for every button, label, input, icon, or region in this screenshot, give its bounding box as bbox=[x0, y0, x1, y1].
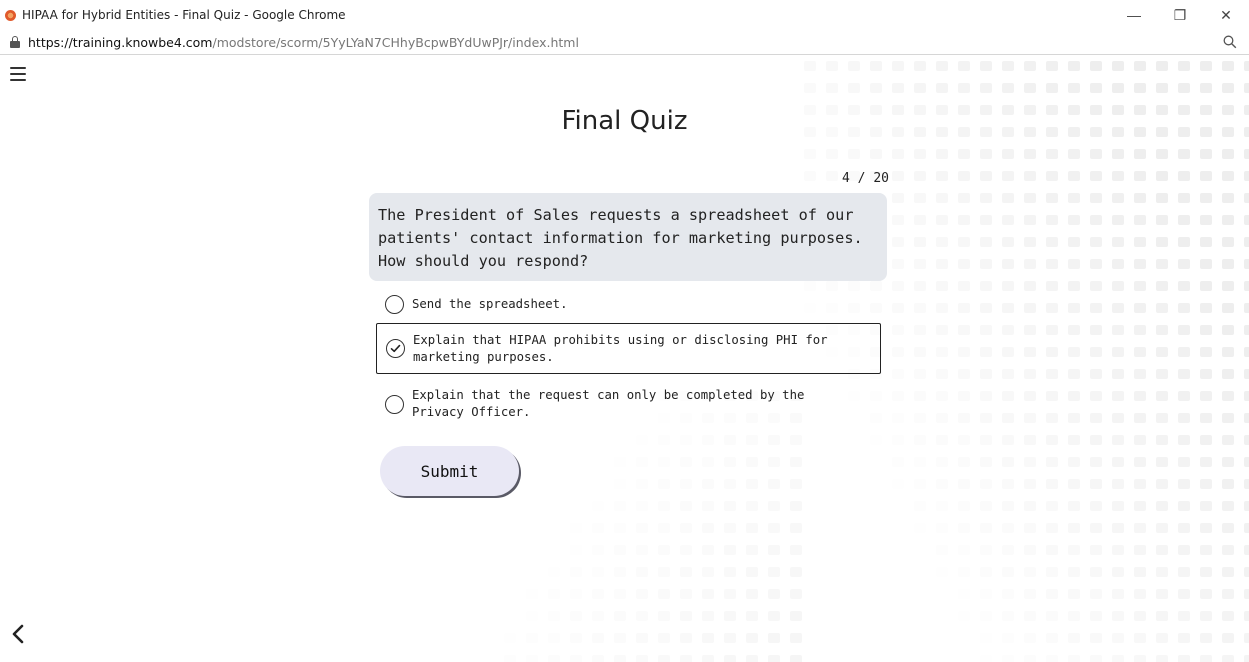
restore-button[interactable]: ❐ bbox=[1157, 0, 1203, 30]
answer-option-label: Explain that HIPAA prohibits using or di… bbox=[413, 332, 828, 364]
quiz-page: Final Quiz 4 / 20 The President of Sales… bbox=[0, 55, 1249, 662]
question-text: The President of Sales requests a spread… bbox=[369, 193, 887, 281]
answer-option-3[interactable]: Explain that the request can only be com… bbox=[376, 381, 881, 427]
lock-icon[interactable] bbox=[10, 36, 20, 48]
submit-button[interactable]: Submit bbox=[380, 446, 519, 496]
answer-option-1[interactable]: Send the spreadsheet. bbox=[376, 291, 881, 317]
close-button[interactable]: ✕ bbox=[1203, 0, 1249, 30]
window-title: HIPAA for Hybrid Entities - Final Quiz -… bbox=[22, 8, 346, 22]
radio-checked-icon[interactable] bbox=[386, 339, 405, 358]
address-bar[interactable]: https://training.knowbe4.com/modstore/sc… bbox=[0, 30, 1249, 55]
page-title: Final Quiz bbox=[561, 106, 688, 136]
window-controls: — ❐ ✕ bbox=[1111, 0, 1249, 30]
checkmark-icon bbox=[390, 344, 401, 353]
radio-unchecked-icon[interactable] bbox=[385, 394, 404, 414]
radio-unchecked-icon[interactable] bbox=[385, 294, 404, 314]
chrome-logo-icon bbox=[5, 9, 16, 21]
browser-title-bar: HIPAA for Hybrid Entities - Final Quiz -… bbox=[0, 0, 1249, 30]
question-progress: 4 / 20 bbox=[842, 171, 889, 186]
hamburger-menu-icon[interactable] bbox=[9, 65, 27, 83]
url-text[interactable]: https://training.knowbe4.com/modstore/sc… bbox=[28, 35, 579, 50]
answer-option-label: Explain that the request can only be com… bbox=[412, 388, 805, 419]
chevron-left-icon[interactable] bbox=[8, 623, 30, 645]
magnifier-icon[interactable] bbox=[1223, 35, 1237, 49]
url-host: https://training.knowbe4.com bbox=[28, 34, 213, 50]
answer-option-2[interactable]: Explain that HIPAA prohibits using or di… bbox=[376, 323, 881, 374]
answer-option-label: Send the spreadsheet. bbox=[412, 296, 568, 311]
minimize-button[interactable]: — bbox=[1111, 0, 1157, 30]
url-path: /modstore/scorm/5YyLYaN7CHhyBcpwBYdUwPJr… bbox=[212, 34, 579, 50]
